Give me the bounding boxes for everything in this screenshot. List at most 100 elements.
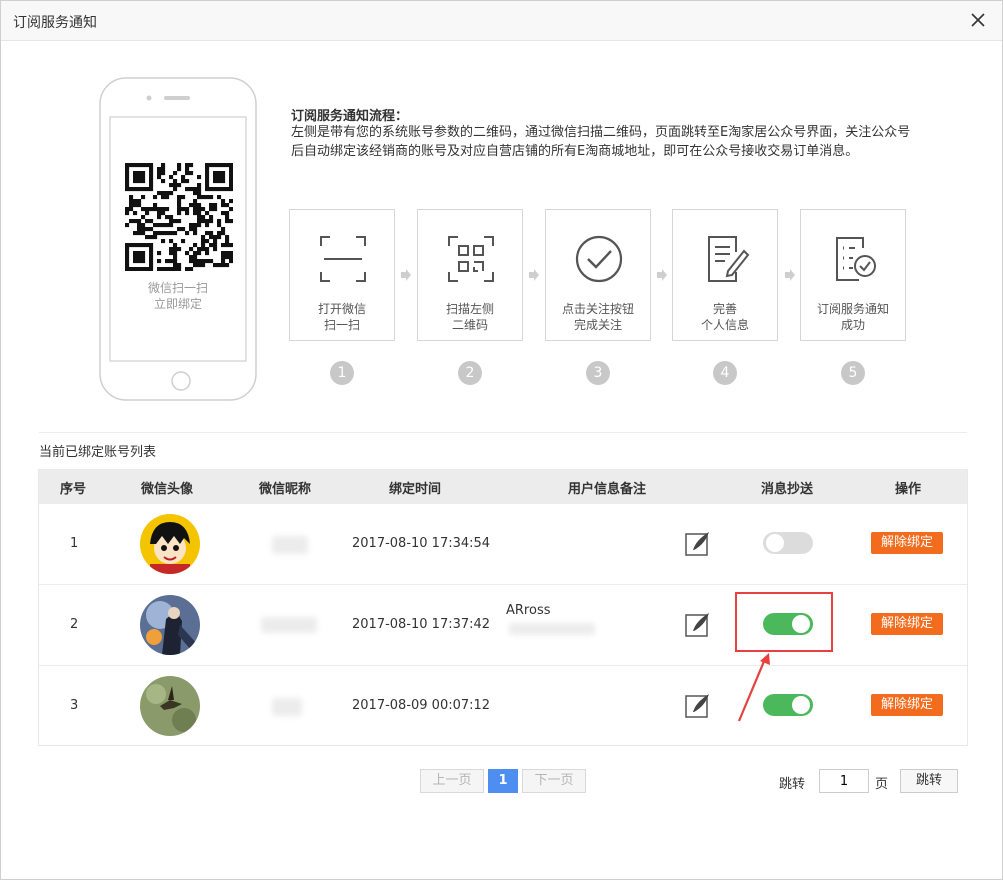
qr-module xyxy=(149,171,154,176)
qr-module xyxy=(125,179,130,184)
qr-module xyxy=(197,203,202,208)
qr-module xyxy=(173,259,178,264)
qr-module xyxy=(173,267,178,271)
qr-module xyxy=(213,247,218,252)
qr-module xyxy=(201,259,206,264)
phone-caption-line2: 立即绑定 xyxy=(153,297,202,311)
qr-module xyxy=(189,203,194,208)
qr-module xyxy=(149,247,154,252)
qr-module xyxy=(185,163,190,168)
qr-module xyxy=(145,227,150,232)
qr-module xyxy=(161,231,166,236)
qr-module xyxy=(221,187,226,192)
edit-note-icon[interactable] xyxy=(685,611,711,637)
qr-module xyxy=(221,179,226,184)
qr-module xyxy=(197,251,202,256)
qr-module xyxy=(129,243,134,248)
qr-module xyxy=(181,207,186,212)
qr-module xyxy=(145,207,150,212)
qr-module xyxy=(165,191,170,196)
step-5-label-2: 成功 xyxy=(840,318,865,332)
prev-page-button[interactable]: 上一页 xyxy=(420,769,484,793)
step-2-label-2: 二维码 xyxy=(451,318,488,332)
unbind-button[interactable]: 解除绑定 xyxy=(871,532,943,554)
qr-module xyxy=(145,163,150,168)
qr-module xyxy=(169,191,174,196)
row-bind-time: 2017-08-10 17:37:42 xyxy=(352,617,491,632)
qr-module xyxy=(161,167,166,172)
close-icon[interactable] xyxy=(968,10,988,30)
qr-module xyxy=(209,243,214,248)
qr-module xyxy=(189,187,194,192)
cc-toggle[interactable] xyxy=(763,532,813,554)
qr-module xyxy=(193,223,198,228)
page-1-button[interactable]: 1 xyxy=(488,769,518,793)
qr-module xyxy=(137,255,142,260)
qr-module xyxy=(197,259,202,264)
qr-module xyxy=(137,219,142,224)
avatar xyxy=(140,676,200,736)
qr-module xyxy=(221,203,226,208)
qr-module xyxy=(141,187,146,192)
qr-module xyxy=(209,195,214,200)
qr-module xyxy=(133,203,138,208)
qr-module xyxy=(153,223,158,228)
qr-module xyxy=(141,163,146,168)
qr-module xyxy=(141,231,146,236)
qr-module xyxy=(177,163,182,168)
qr-module xyxy=(213,207,218,212)
qr-module xyxy=(169,259,174,264)
qr-module xyxy=(153,231,158,236)
qr-module xyxy=(161,207,166,212)
qr-module xyxy=(225,235,230,240)
qr-module xyxy=(217,179,222,184)
edit-note-icon[interactable] xyxy=(685,530,711,556)
qr-module xyxy=(177,211,182,216)
qr-module xyxy=(197,211,202,216)
qr-module xyxy=(133,171,138,176)
qr-module xyxy=(177,167,182,172)
qr-module xyxy=(185,187,190,192)
qr-module xyxy=(149,187,154,192)
col-action: 操作 xyxy=(895,482,922,497)
qr-module xyxy=(193,207,198,212)
qr-module xyxy=(137,175,142,180)
qr-module xyxy=(129,219,134,224)
col-nickname: 微信昵称 xyxy=(259,482,312,497)
unbind-button[interactable]: 解除绑定 xyxy=(871,613,943,635)
qr-module xyxy=(193,211,198,216)
qr-module xyxy=(137,223,142,228)
qr-module xyxy=(189,259,194,264)
qr-module xyxy=(145,243,150,248)
jump-button[interactable]: 跳转 xyxy=(900,769,958,793)
qr-module xyxy=(185,211,190,216)
section-divider xyxy=(39,432,967,433)
page-number-input[interactable] xyxy=(819,769,869,793)
qr-module xyxy=(157,251,162,256)
qr-module xyxy=(129,199,134,204)
step-2-label-1: 扫描左侧 xyxy=(445,302,494,316)
step-5-label-1: 订阅服务通知 xyxy=(816,302,889,316)
unbind-button[interactable]: 解除绑定 xyxy=(871,694,943,716)
qr-module xyxy=(213,239,218,244)
qr-module xyxy=(141,251,146,256)
table-header: 序号 微信头像 微信昵称 绑定时间 用户信息备注 消息抄送 操作 xyxy=(39,469,967,503)
avatar xyxy=(140,595,200,655)
qr-module xyxy=(145,267,150,271)
qr-module xyxy=(225,239,230,244)
step-1: 打开微信 扫一扫 xyxy=(289,209,395,341)
qr-module xyxy=(217,171,222,176)
qr-module xyxy=(205,183,210,188)
step-number-3: 3 xyxy=(586,361,610,385)
qr-module xyxy=(197,263,202,268)
step-number-4: 4 xyxy=(713,361,737,385)
qr-module xyxy=(189,255,194,260)
dialog-title: 订阅服务通知 xyxy=(13,15,97,31)
qr-module xyxy=(209,219,214,224)
qr-module xyxy=(193,243,198,248)
next-page-button[interactable]: 下一页 xyxy=(522,769,586,793)
qr-module xyxy=(137,163,142,168)
step-3-label-1: 点击关注按钮 xyxy=(561,302,634,316)
edit-note-icon[interactable] xyxy=(685,692,711,718)
qr-module xyxy=(201,215,206,220)
